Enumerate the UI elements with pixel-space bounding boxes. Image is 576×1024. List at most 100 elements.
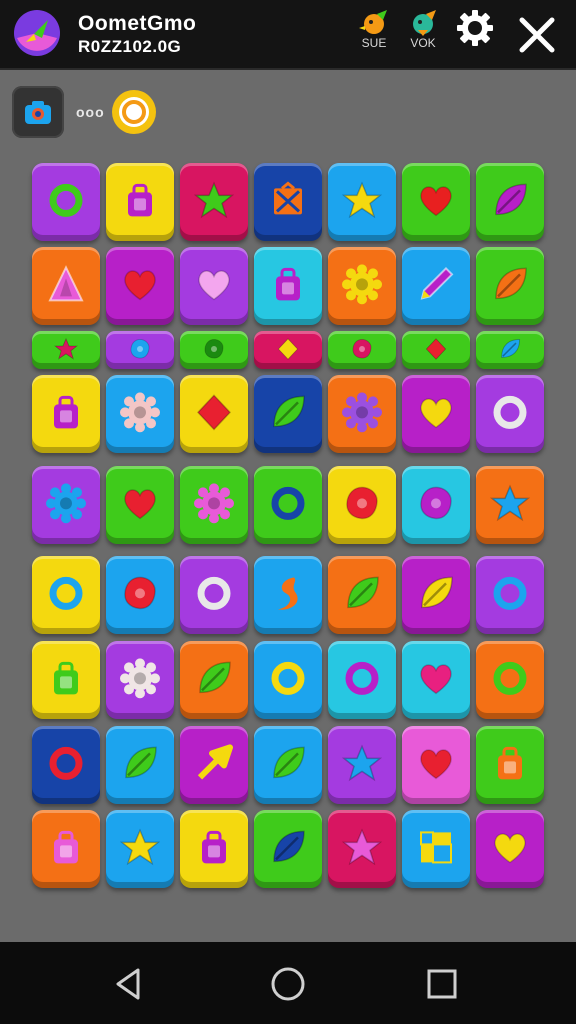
tile[interactable] <box>254 331 322 369</box>
diamond-icon <box>277 338 299 360</box>
tile[interactable] <box>32 556 100 634</box>
tile[interactable] <box>106 466 174 544</box>
tile[interactable] <box>402 810 470 888</box>
tile[interactable] <box>106 375 174 453</box>
tile[interactable] <box>328 726 396 804</box>
tile[interactable] <box>476 556 544 634</box>
tile[interactable] <box>254 641 322 719</box>
tile[interactable] <box>328 375 396 453</box>
tile[interactable] <box>328 810 396 888</box>
star-icon <box>54 337 78 360</box>
tile[interactable] <box>328 641 396 719</box>
tile[interactable] <box>402 641 470 719</box>
ring-icon <box>49 183 83 217</box>
tile[interactable] <box>32 375 100 453</box>
home-circle-icon <box>271 967 305 1001</box>
tile[interactable] <box>254 726 322 804</box>
tile[interactable] <box>180 247 248 325</box>
blob-icon <box>204 338 224 359</box>
tile[interactable] <box>476 641 544 719</box>
tile[interactable] <box>180 331 248 369</box>
tile[interactable] <box>402 556 470 634</box>
leaf-icon <box>273 746 305 779</box>
system-navigation-bar <box>0 942 576 1024</box>
tile[interactable] <box>328 466 396 544</box>
tile[interactable] <box>254 556 322 634</box>
heart-icon <box>420 186 452 217</box>
tile[interactable] <box>32 247 100 325</box>
tile[interactable] <box>328 247 396 325</box>
star-icon <box>342 744 382 782</box>
heart-icon <box>494 833 526 864</box>
tile[interactable] <box>180 810 248 888</box>
diamond-icon <box>425 338 447 360</box>
tile[interactable] <box>476 375 544 453</box>
tile[interactable] <box>180 163 248 241</box>
tile[interactable] <box>32 466 100 544</box>
blob-icon <box>130 338 150 359</box>
game-board <box>0 0 576 940</box>
tile[interactable] <box>402 163 470 241</box>
star-icon <box>120 828 160 866</box>
gear-icon <box>342 392 382 433</box>
leaf-icon <box>421 576 453 609</box>
tile[interactable] <box>180 556 248 634</box>
blocks-icon <box>420 831 452 864</box>
tile[interactable] <box>254 810 322 888</box>
tile[interactable] <box>106 641 174 719</box>
tile[interactable] <box>106 556 174 634</box>
heart-icon <box>198 270 230 301</box>
ring-icon <box>493 661 527 695</box>
tile[interactable] <box>476 466 544 544</box>
tile[interactable] <box>106 810 174 888</box>
tile[interactable] <box>254 375 322 453</box>
tile[interactable] <box>254 163 322 241</box>
bag-icon <box>202 830 226 864</box>
tile[interactable] <box>476 810 544 888</box>
tile[interactable] <box>32 331 100 369</box>
tile[interactable] <box>180 375 248 453</box>
tile[interactable] <box>32 163 100 241</box>
tile[interactable] <box>106 331 174 369</box>
tile[interactable] <box>402 331 470 369</box>
bag-icon <box>54 395 78 429</box>
nav-recents-button[interactable] <box>422 964 462 1004</box>
leaf-icon <box>495 267 527 300</box>
gear-icon <box>46 483 86 524</box>
tile[interactable] <box>180 726 248 804</box>
heart-icon <box>124 270 156 301</box>
tile[interactable] <box>476 163 544 241</box>
recents-square-icon <box>427 969 457 999</box>
tile[interactable] <box>402 375 470 453</box>
tile[interactable] <box>328 163 396 241</box>
bag-icon <box>276 267 300 301</box>
tile[interactable] <box>476 331 544 369</box>
tile[interactable] <box>476 247 544 325</box>
triangle-icon <box>48 265 84 302</box>
box-icon <box>274 181 302 215</box>
nav-back-button[interactable] <box>108 964 148 1004</box>
tile[interactable] <box>254 247 322 325</box>
tile[interactable] <box>106 247 174 325</box>
ring-icon <box>345 661 379 695</box>
tile[interactable] <box>32 726 100 804</box>
tile[interactable] <box>328 556 396 634</box>
tile[interactable] <box>32 810 100 888</box>
tile[interactable] <box>476 726 544 804</box>
tile[interactable] <box>402 726 470 804</box>
tile[interactable] <box>106 163 174 241</box>
leaf-icon <box>495 183 527 216</box>
bag-icon <box>54 661 78 695</box>
blob-icon <box>124 576 156 610</box>
tile[interactable] <box>180 641 248 719</box>
tile[interactable] <box>402 466 470 544</box>
tile[interactable] <box>106 726 174 804</box>
tile[interactable] <box>402 247 470 325</box>
tile[interactable] <box>180 466 248 544</box>
tile[interactable] <box>32 641 100 719</box>
tile[interactable] <box>328 331 396 369</box>
nav-home-button[interactable] <box>268 964 308 1004</box>
tile[interactable] <box>254 466 322 544</box>
leaf-icon <box>501 338 521 358</box>
gear-icon <box>120 658 160 699</box>
